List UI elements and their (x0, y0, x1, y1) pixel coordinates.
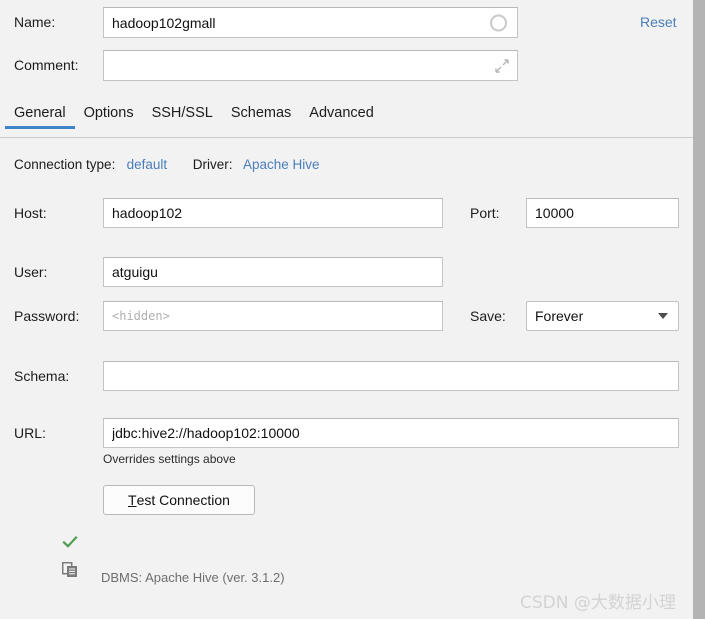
chevron-down-icon (658, 313, 668, 319)
host-input[interactable] (112, 205, 434, 221)
watermark: CSDN @大数据小理 (520, 593, 676, 613)
connection-type-label: Connection type: (14, 157, 116, 172)
tab-ssh-ssl[interactable]: SSH/SSL (143, 104, 222, 129)
name-input[interactable] (112, 14, 509, 31)
panel-right-gutter (693, 0, 705, 619)
host-input-wrapper[interactable] (103, 198, 443, 228)
host-label: Host: (14, 205, 47, 221)
connection-status-text: DBMS: Apache Hive (ver. 3.1.2) Case sens… (101, 532, 370, 619)
save-label: Save: (470, 308, 506, 324)
test-connection-button[interactable]: Test Connection (103, 485, 255, 515)
tab-options[interactable]: Options (75, 104, 143, 129)
comment-input-wrapper[interactable] (103, 50, 518, 81)
save-dropdown[interactable]: Forever (526, 301, 679, 331)
save-dropdown-value: Forever (535, 308, 584, 324)
copy-icon[interactable] (61, 561, 78, 578)
driver-label: Driver: (192, 157, 233, 172)
connection-type-value[interactable]: default (127, 157, 168, 172)
connection-info-row: Connection type: default Driver: Apache … (14, 157, 320, 172)
schema-label: Schema: (14, 368, 70, 384)
tab-general[interactable]: General (5, 104, 75, 129)
comment-input[interactable] (112, 57, 509, 74)
schema-input-wrapper[interactable] (103, 361, 679, 391)
circle-icon (490, 14, 507, 31)
password-input-wrapper[interactable] (103, 301, 443, 331)
user-input-wrapper[interactable] (103, 257, 443, 287)
password-input[interactable] (112, 309, 434, 323)
connection-settings-panel: Name: Reset Comment: General Options SSH… (0, 0, 693, 619)
url-input-wrapper[interactable] (103, 418, 679, 448)
expand-arrows-icon[interactable] (495, 58, 509, 73)
tab-bar: General Options SSH/SSL Schemas Advanced (0, 104, 693, 137)
password-label: Password: (14, 308, 80, 324)
tab-advanced[interactable]: Advanced (300, 104, 383, 129)
name-label: Name: (14, 14, 56, 30)
checkmark-icon (62, 534, 78, 550)
comment-label: Comment: (14, 57, 79, 73)
url-input[interactable] (112, 425, 670, 441)
schema-input[interactable] (112, 368, 670, 384)
url-label: URL: (14, 425, 46, 441)
test-button-mnemonic: T (128, 492, 137, 508)
tab-separator (0, 137, 693, 138)
driver-value[interactable]: Apache Hive (243, 157, 320, 172)
test-button-rest: est Connection (136, 492, 230, 508)
user-label: User: (14, 264, 48, 280)
port-label: Port: (470, 205, 500, 221)
url-hint-text: Overrides settings above (103, 452, 236, 466)
name-input-wrapper[interactable] (103, 7, 518, 38)
user-input[interactable] (112, 264, 434, 280)
status-line-dbms: DBMS: Apache Hive (ver. 3.1.2) (101, 570, 285, 585)
tab-schemas[interactable]: Schemas (222, 104, 300, 129)
port-input[interactable] (535, 205, 670, 221)
port-input-wrapper[interactable] (526, 198, 679, 228)
reset-link[interactable]: Reset (640, 14, 677, 30)
